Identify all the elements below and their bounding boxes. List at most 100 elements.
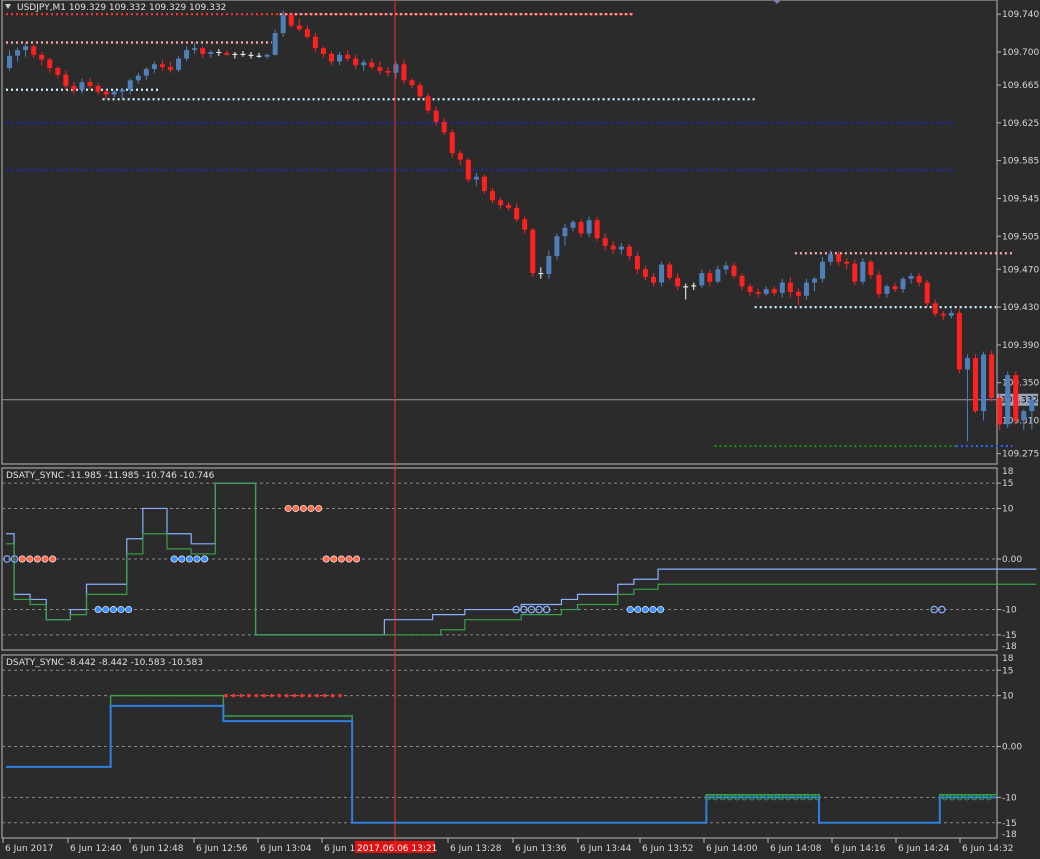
candle[interactable]: [192, 42, 198, 54]
candle[interactable]: [393, 61, 399, 79]
candle[interactable]: [989, 350, 995, 402]
candle[interactable]: [353, 54, 359, 69]
candle[interactable]: [755, 288, 761, 298]
candle[interactable]: [876, 271, 882, 298]
candle[interactable]: [248, 51, 254, 59]
candle[interactable]: [699, 269, 705, 289]
candle[interactable]: [143, 67, 149, 81]
candle[interactable]: [651, 273, 656, 287]
candle[interactable]: [87, 78, 93, 90]
candle[interactable]: [39, 51, 45, 66]
candle[interactable]: [538, 267, 544, 279]
candle[interactable]: [240, 51, 246, 57]
candle[interactable]: [498, 197, 504, 209]
candle[interactable]: [594, 217, 600, 241]
candle[interactable]: [578, 219, 584, 238]
indicator-panel-2[interactable]: 15 10 0.00 -10 -15 18 -18 DSATY_SYNC -8.442 -8.…: [1, 654, 1022, 840]
candle[interactable]: [377, 61, 383, 75]
candle[interactable]: [417, 82, 423, 100]
candle[interactable]: [787, 276, 793, 298]
candle[interactable]: [473, 172, 479, 187]
candle[interactable]: [441, 118, 447, 136]
candle[interactable]: [95, 83, 101, 95]
candle[interactable]: [1013, 371, 1019, 425]
candle[interactable]: [900, 276, 906, 293]
candle[interactable]: [457, 150, 463, 166]
candle[interactable]: [200, 46, 206, 58]
candle[interactable]: [964, 354, 970, 442]
candle[interactable]: [369, 58, 375, 69]
candle[interactable]: [771, 286, 777, 296]
candle[interactable]: [812, 276, 817, 292]
chart-menu-arrow-icon[interactable]: [5, 4, 11, 9]
candle[interactable]: [868, 259, 874, 279]
candle[interactable]: [111, 89, 117, 98]
candle[interactable]: [554, 233, 560, 260]
candle[interactable]: [31, 44, 37, 58]
candle[interactable]: [779, 278, 785, 298]
candle[interactable]: [803, 278, 809, 300]
candle[interactable]: [795, 288, 801, 306]
candle[interactable]: [361, 59, 367, 71]
candle[interactable]: [844, 257, 850, 270]
candle[interactable]: [884, 284, 890, 298]
indicator-panel-1[interactable]: 15 10 0.00 -10 -15 18 -18 DSATY_SYNC -11.985 -1…: [1, 467, 1037, 652]
candle[interactable]: [296, 18, 302, 32]
candle[interactable]: [530, 227, 536, 277]
candle[interactable]: [634, 252, 640, 275]
candle[interactable]: [659, 261, 665, 287]
candle[interactable]: [723, 261, 729, 275]
candle[interactable]: [602, 233, 608, 251]
candle[interactable]: [828, 250, 834, 266]
candle[interactable]: [208, 50, 214, 58]
candle[interactable]: [514, 203, 520, 223]
candle[interactable]: [168, 61, 173, 73]
candle[interactable]: [224, 50, 230, 56]
candle[interactable]: [103, 89, 109, 100]
chart-canvas[interactable]: 109.740 109.700 109.665 109.625 109.585 109.5…: [0, 0, 1040, 855]
candle[interactable]: [940, 310, 946, 321]
candle[interactable]: [642, 265, 648, 281]
candle[interactable]: [55, 66, 61, 79]
candle[interactable]: [71, 82, 77, 95]
candle[interactable]: [731, 262, 737, 279]
candle[interactable]: [626, 243, 632, 260]
candle[interactable]: [320, 46, 326, 58]
candle[interactable]: [683, 283, 689, 300]
candle[interactable]: [586, 216, 592, 238]
candle[interactable]: [667, 261, 673, 281]
candle[interactable]: [385, 67, 391, 77]
candle[interactable]: [272, 29, 278, 56]
candle[interactable]: [490, 188, 495, 204]
mt4-chart-window[interactable]: 109.740 109.700 109.665 109.625 109.585 109.5…: [0, 0, 1040, 855]
candle[interactable]: [546, 250, 552, 279]
candle[interactable]: [820, 257, 826, 283]
candle[interactable]: [570, 220, 576, 232]
candle[interactable]: [739, 273, 745, 291]
candle[interactable]: [345, 50, 351, 62]
candle[interactable]: [618, 242, 624, 255]
candle[interactable]: [337, 51, 343, 66]
candle[interactable]: [747, 283, 753, 296]
candle[interactable]: [63, 70, 69, 90]
candle[interactable]: [707, 269, 713, 287]
candle[interactable]: [47, 57, 53, 73]
candle[interactable]: [610, 240, 616, 255]
candle[interactable]: [763, 286, 769, 296]
candle[interactable]: [481, 174, 487, 194]
candle[interactable]: [691, 282, 697, 291]
candle[interactable]: [973, 354, 978, 413]
candle[interactable]: [562, 223, 568, 246]
candle[interactable]: [409, 78, 415, 88]
candle[interactable]: [522, 216, 528, 234]
candle[interactable]: [135, 72, 141, 85]
candle[interactable]: [916, 273, 922, 287]
candle[interactable]: [176, 55, 182, 72]
candle[interactable]: [932, 299, 938, 317]
candle[interactable]: [264, 53, 270, 59]
candle[interactable]: [127, 78, 133, 95]
candle[interactable]: [159, 59, 165, 71]
candle[interactable]: [1005, 371, 1011, 429]
candle[interactable]: [216, 49, 222, 56]
candle[interactable]: [7, 50, 12, 71]
